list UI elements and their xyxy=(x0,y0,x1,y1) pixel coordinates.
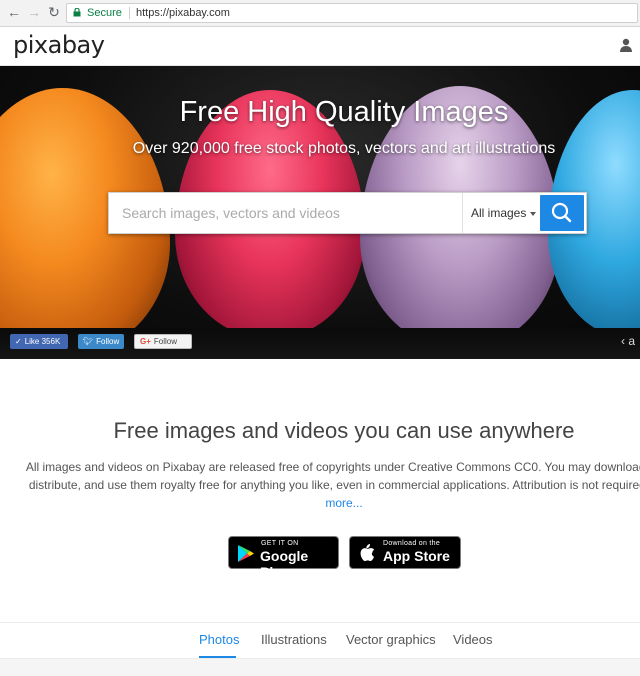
twitter-follow-button[interactable]: 🐦︎ Follow xyxy=(78,334,124,349)
gplus-follow-button[interactable]: G+ Follow xyxy=(134,334,192,349)
site-header: pixabay xyxy=(0,27,640,66)
facebook-like-button[interactable]: ✓ Like 356K xyxy=(10,334,68,349)
search-bar: All images xyxy=(108,192,587,234)
learn-more-link[interactable]: more... xyxy=(325,496,362,510)
media-type-dropdown[interactable]: All images xyxy=(471,193,537,233)
app-store-button[interactable]: Download on the App Store xyxy=(349,536,461,569)
secure-label: Secure xyxy=(87,7,122,19)
pixabay-logo[interactable]: pixabay xyxy=(13,31,105,59)
intro-line-1: All images and videos on Pixabay are rel… xyxy=(25,460,640,474)
media-type-value: All images xyxy=(471,206,527,220)
section-title: Free images and videos you can use anywh… xyxy=(113,418,575,443)
twitter-bird-icon: 🐦︎ xyxy=(83,337,94,346)
gallery-area xyxy=(0,658,640,676)
search-divider xyxy=(462,193,463,233)
url-text[interactable]: https://pixabay.com xyxy=(136,4,230,22)
like-label: Like 356K xyxy=(24,337,61,346)
hero-banner: Free High Quality Images Over 920,000 fr… xyxy=(0,66,640,359)
twitter-follow-label: Follow xyxy=(96,337,120,346)
reload-icon[interactable]: ↻ xyxy=(46,4,62,20)
lock-icon xyxy=(73,8,81,17)
hero-title: Free High Quality Images xyxy=(179,96,509,128)
search-icon xyxy=(551,202,572,223)
caret-down-icon xyxy=(530,211,537,216)
tab-vector-graphics[interactable]: Vector graphics xyxy=(346,632,436,647)
intro-text: All images and videos on Pixabay are rel… xyxy=(10,458,640,512)
tabs-divider xyxy=(0,622,640,623)
user-icon[interactable] xyxy=(619,38,633,52)
gplus-follow-label: Follow xyxy=(153,337,178,346)
app-store-small-label: Download on the xyxy=(383,540,441,547)
google-play-button[interactable]: GET IT ON Google Play xyxy=(228,536,339,580)
forward-arrow-icon[interactable]: → xyxy=(26,4,42,20)
google-play-label: Google Play xyxy=(260,548,309,580)
google-play-small-label: GET IT ON xyxy=(261,540,299,547)
search-button[interactable] xyxy=(540,195,584,231)
google-play-icon xyxy=(238,545,254,562)
hero-subtitle: Over 920,000 free stock photos, vectors … xyxy=(132,140,556,157)
apple-icon xyxy=(360,544,375,562)
browser-toolbar: ← → ↻ Secure https://pixabay.com xyxy=(0,0,640,27)
omnibox-separator xyxy=(129,7,130,19)
slider-nav[interactable]: ‹ a xyxy=(621,334,635,348)
app-store-label: App Store xyxy=(383,548,450,564)
check-icon: ✓ xyxy=(15,337,22,346)
address-bar[interactable]: Secure https://pixabay.com xyxy=(66,3,638,23)
intro-line-2: distribute, and use them royalty free fo… xyxy=(28,478,640,492)
search-input[interactable] xyxy=(109,193,472,233)
tab-illustrations[interactable]: Illustrations xyxy=(261,632,327,647)
tab-videos[interactable]: Videos xyxy=(453,632,493,647)
google-plus-icon: G+ xyxy=(140,337,151,346)
tab-photos[interactable]: Photos xyxy=(199,632,239,647)
back-arrow-icon[interactable]: ← xyxy=(6,4,22,20)
